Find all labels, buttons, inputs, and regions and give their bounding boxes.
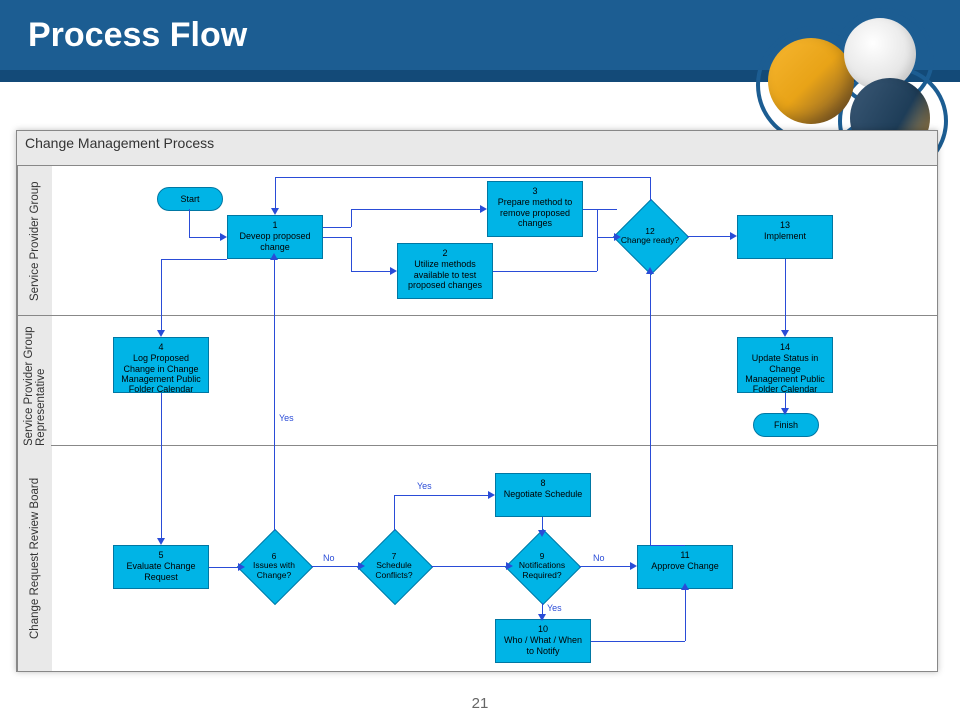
edge-label-no: No	[323, 553, 335, 563]
step-2: 2Utilize methods available to test propo…	[397, 243, 493, 299]
step-10: 10Who / What / When to Notify	[495, 619, 591, 663]
step-8: 8Negotiate Schedule	[495, 473, 591, 517]
panel-title: Change Management Process	[17, 131, 937, 166]
title-bar: Process Flow	[0, 0, 960, 82]
decision-6: 6Issues with Change?	[237, 529, 311, 603]
decision-9: 9Notifications Required?	[505, 529, 579, 603]
edge-label-no: No	[593, 553, 605, 563]
start-terminator: Start	[157, 187, 223, 211]
edge-label-yes: Yes	[417, 481, 432, 491]
lane-label-1: Service Provider Group	[17, 165, 52, 316]
decision-12: 12Change ready?	[613, 199, 687, 273]
decision-7: 7Schedule Conflicts?	[357, 529, 431, 603]
edge-label-yes: Yes	[279, 413, 294, 423]
page-number: 21	[0, 695, 960, 712]
step-5: 5Evaluate Change Request	[113, 545, 209, 589]
edge-label-yes: Yes	[547, 603, 562, 613]
lane-label-2: Service Provider Group Representative	[17, 315, 52, 446]
logo-icon	[768, 38, 854, 124]
diagram-panel: Change Management Process Service Provid…	[16, 130, 938, 672]
lane-label-3: Change Request Review Board	[17, 445, 52, 671]
step-13: 13Implement	[737, 215, 833, 259]
page-title: Process Flow	[28, 16, 247, 55]
swimlanes: Service Provider Group Service Provider …	[17, 165, 937, 671]
step-14: 14Update Status in Change Management Pub…	[737, 337, 833, 393]
finish-terminator: Finish	[753, 413, 819, 437]
step-4: 4Log Proposed Change in Change Managemen…	[113, 337, 209, 393]
step-3: 3Prepare method to remove proposed chang…	[487, 181, 583, 237]
